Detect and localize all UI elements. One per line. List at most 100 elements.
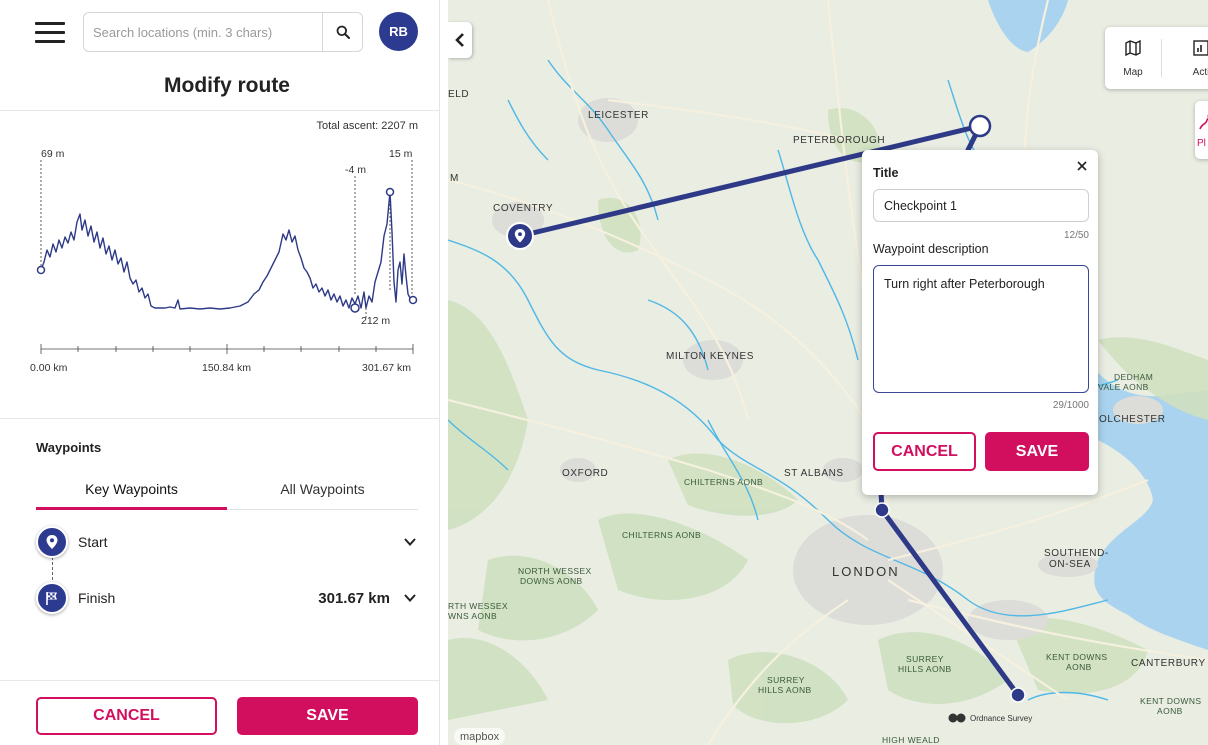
popup-save-button[interactable]: SAVE (985, 432, 1089, 471)
route-finish-marker[interactable] (1010, 687, 1026, 703)
aonb-label-dedham-2: VALE AONB (1098, 382, 1149, 392)
aonb-label-surrey-2: HILLS AONB (898, 664, 952, 674)
x-tick-label-start: 0.00 km (30, 362, 68, 374)
search-icon (336, 25, 350, 39)
x-tick-label-end: 301.67 km (362, 362, 411, 374)
elevation-end-point (408, 295, 418, 305)
aonb-label-surrey-b1: SURREY (767, 675, 805, 685)
aonb-label-surrey-b2: HILLS AONB (758, 685, 812, 695)
divider (0, 110, 440, 111)
waypoint-distance-finish: 301.67 km (318, 589, 390, 607)
checkered-flag-icon (36, 582, 68, 614)
elevation-peak-label: 15 m (389, 148, 413, 160)
place-label-london: LONDON (832, 564, 900, 579)
title-char-counter: 12/50 (1063, 230, 1089, 241)
chevron-down-icon[interactable] (402, 590, 418, 606)
aonb-label-north-wessex-b2: WNS AONB (448, 611, 497, 621)
x-tick-label-mid: 150.84 km (202, 362, 251, 374)
waypoint-title-input[interactable] (873, 189, 1089, 222)
elevation-start-label: 69 m (41, 148, 65, 160)
hamburger-menu-icon[interactable] (35, 22, 65, 44)
place-label-st-albans: ST ALBANS (784, 468, 844, 479)
description-char-counter: 29/1000 (1052, 400, 1089, 411)
elevation-line (40, 191, 413, 310)
elevation-start-point (36, 265, 46, 275)
place-label-coventry: COVENTRY (493, 203, 553, 214)
place-label-peterborough: PETERBOROUGH (793, 135, 885, 146)
os-logo-text: Ordnance Survey (970, 713, 1033, 723)
route-start-pin-icon[interactable] (506, 222, 534, 250)
route-point-marker[interactable] (874, 502, 890, 518)
activity-tool-button[interactable]: Activit (1162, 27, 1208, 89)
place-label-leicester: LEICESTER (588, 110, 649, 121)
place-label-milton-keynes: MILTON KEYNES (666, 351, 754, 362)
elevation-low-point (350, 303, 360, 313)
map-tool-button[interactable]: Map (1105, 27, 1161, 89)
place-label-eld: ELD (448, 89, 469, 100)
top-bar: RB (0, 0, 440, 64)
waypoint-row-finish[interactable]: Finish 301.67 km (36, 578, 418, 618)
title-field-label: Title (873, 166, 899, 180)
chevron-down-icon[interactable] (402, 534, 418, 550)
place-label-canterbury: CANTERBURY (1131, 658, 1206, 669)
aonb-label-kent-b2: AONB (1157, 706, 1183, 716)
elevation-bottom-label: 212 m (361, 315, 390, 327)
pin-icon (36, 526, 68, 558)
user-avatar[interactable]: RB (379, 12, 418, 51)
bottom-action-bar: CANCEL SAVE (0, 680, 440, 745)
cancel-button[interactable]: CANCEL (36, 697, 217, 735)
aonb-label-kent-b1: KENT DOWNS (1140, 696, 1201, 706)
elevation-low-label: -4 m (345, 164, 366, 176)
plan-tool-label: Pl (1197, 138, 1206, 149)
route-checkpoint-marker[interactable] (968, 114, 992, 138)
tab-key-waypoints[interactable]: Key Waypoints (36, 470, 227, 510)
os-logo-icon (948, 713, 966, 723)
popup-cancel-button[interactable]: CANCEL (873, 432, 976, 471)
waypoint-tabs: Key Waypoints All Waypoints (36, 470, 418, 510)
aonb-label-dedham-1: DEDHAM (1114, 372, 1153, 382)
description-field-label: Waypoint description (873, 242, 989, 256)
waypoint-row-start[interactable]: Start (36, 522, 418, 562)
waypoint-name-finish: Finish (78, 590, 116, 606)
aonb-label-chilterns-1: CHILTERNS AONB (684, 477, 763, 487)
aonb-label-north-wessex-b1: RTH WESSEX (448, 601, 508, 611)
plan-tool-button[interactable]: Pl (1195, 101, 1208, 159)
aonb-label-surrey-1: SURREY (906, 654, 944, 664)
save-button[interactable]: SAVE (237, 697, 418, 735)
aonb-label-north-wessex-1: NORTH WESSEX (518, 566, 592, 576)
chevron-left-icon (455, 33, 464, 47)
aonb-label-north-wessex-2: DOWNS AONB (520, 576, 583, 586)
activity-tool-label: Activit (1192, 67, 1208, 78)
map-view[interactable]: ELD LEICESTER PETERBOROUGH M COVENTRY MI… (448, 0, 1208, 745)
place-label-oxford: OXFORD (562, 468, 608, 479)
search-box (83, 12, 363, 52)
route-plan-icon (1199, 114, 1208, 130)
map-toolbar: Map Activit (1105, 27, 1208, 89)
map-icon (1125, 39, 1141, 57)
mapbox-logo[interactable]: mapbox (454, 728, 506, 745)
elevation-chart: 69 m -4 m 15 m 212 m 0.00 km 150.84 km 3… (30, 148, 418, 374)
place-label-southend-2: ON-SEA (1049, 559, 1091, 570)
activity-chart-icon (1193, 40, 1208, 56)
place-label-colchester: OLCHESTER (1099, 414, 1166, 425)
aonb-label-kent-2: AONB (1066, 662, 1092, 672)
waypoints-heading: Waypoints (36, 440, 102, 455)
tab-all-waypoints[interactable]: All Waypoints (227, 470, 418, 510)
aonb-label-kent-1: KENT DOWNS (1046, 652, 1107, 662)
page-title: Modify route (164, 74, 290, 97)
search-button[interactable] (322, 13, 362, 51)
aonb-label-high-weald: HIGH WEALD (882, 735, 940, 745)
map-tool-label: Map (1123, 67, 1143, 78)
ordnance-survey-logo: Ordnance Survey (948, 712, 1032, 724)
place-label-m: M (450, 173, 459, 184)
waypoint-edit-popup: Title 12/50 Waypoint description Turn ri… (862, 150, 1098, 495)
aonb-label-chilterns-2: CHILTERNS AONB (622, 530, 701, 540)
close-icon[interactable] (1074, 158, 1090, 174)
waypoint-name-start: Start (78, 534, 108, 550)
elevation-profile: Total ascent: 2207 m 69 m -4 m 15 m 212 … (0, 112, 440, 412)
wash-lake (988, 0, 1068, 52)
collapse-panel-button[interactable] (448, 22, 472, 58)
search-input[interactable] (84, 13, 322, 51)
waypoint-description-input[interactable]: Turn right after Peterborough (873, 265, 1089, 393)
divider (0, 418, 440, 419)
